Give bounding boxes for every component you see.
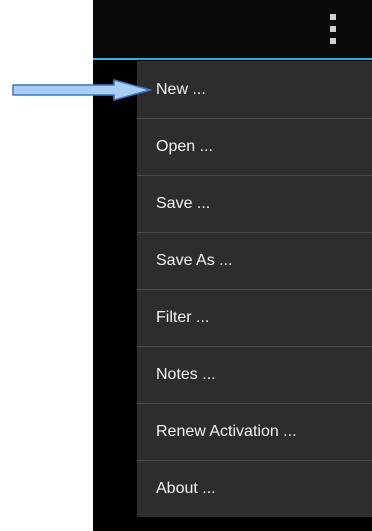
menu-item-label: New ... <box>156 80 206 98</box>
overflow-menu-icon[interactable] <box>328 14 338 44</box>
action-bar-accent-line <box>93 58 372 60</box>
pointer-arrow-icon <box>12 79 152 101</box>
menu-item-label: Open ... <box>156 138 213 155</box>
menu-item-renew-activation[interactable]: Renew Activation ... <box>137 403 372 460</box>
menu-item-about[interactable]: About ... <box>137 460 372 517</box>
menu-item-notes[interactable]: Notes ... <box>137 346 372 403</box>
menu-item-label: Save ... <box>156 195 211 212</box>
menu-item-label: Save As ... <box>156 252 233 269</box>
overflow-menu: New ... Open ... Save ... Save As ... Fi… <box>137 61 372 517</box>
menu-item-filter[interactable]: Filter ... <box>137 289 372 346</box>
menu-item-open[interactable]: Open ... <box>137 118 372 175</box>
action-bar <box>93 0 372 58</box>
menu-item-save[interactable]: Save ... <box>137 175 372 232</box>
menu-item-new[interactable]: New ... <box>137 61 372 118</box>
menu-item-label: Renew Activation ... <box>156 423 297 440</box>
menu-item-label: Notes ... <box>156 366 216 383</box>
menu-item-save-as[interactable]: Save As ... <box>137 232 372 289</box>
menu-item-label: Filter ... <box>156 309 210 326</box>
menu-item-label: About ... <box>156 480 216 497</box>
